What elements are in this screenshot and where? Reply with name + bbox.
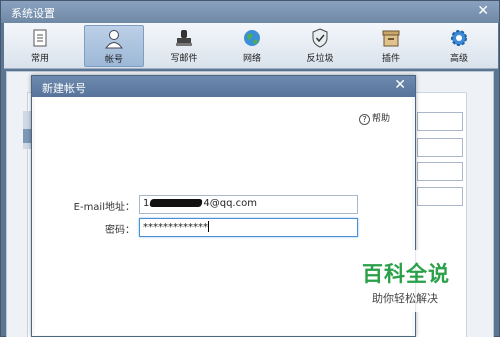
watermark-brand: 百科全说 (362, 262, 450, 286)
globe-icon (241, 28, 263, 48)
tab-network-label: 网络 (242, 54, 261, 64)
tab-accounts[interactable]: 帐号 (84, 25, 144, 67)
tab-accounts-label: 帐号 (104, 55, 123, 65)
watermark-slogan: 助你轻松解决 (372, 292, 438, 305)
tab-general[interactable]: 常用 (10, 25, 70, 67)
tab-general-label: 常用 (30, 54, 49, 64)
settings-toolbar: 常用 帐号 写邮件 网络 反垃圾 插件 高级 (4, 23, 498, 69)
email-label: E-mail地址： (73, 202, 135, 213)
document-icon (29, 28, 51, 48)
background-field (417, 187, 463, 206)
watermark: 百科全说 助你轻松解决 (350, 250, 465, 312)
tab-network[interactable]: 网络 (222, 25, 282, 67)
email-field[interactable]: 1 4@qq.com (139, 195, 358, 214)
password-field[interactable]: ************* (139, 218, 358, 237)
dialog-title: 新建帐号 (42, 82, 86, 95)
password-value: ************* (143, 222, 208, 233)
question-icon: ? (358, 114, 370, 125)
tab-compose-label: 写邮件 (170, 54, 198, 64)
tab-advanced-label: 高级 (449, 54, 468, 64)
background-field (417, 112, 463, 131)
window-title-bar[interactable]: 系统设置 ✕ (1, 1, 499, 23)
background-field (417, 138, 463, 157)
box-icon (380, 28, 402, 48)
stamp-icon (173, 28, 195, 48)
window-close-button[interactable]: ✕ (477, 3, 489, 19)
email-value-suffix: 4@qq.com (203, 198, 257, 209)
tab-advanced[interactable]: 高级 (429, 25, 489, 67)
dialog-close-button[interactable]: ✕ (394, 77, 406, 93)
tab-antispam-label: 反垃圾 (306, 54, 334, 64)
email-value-prefix: 1 (143, 198, 150, 209)
shield-icon (309, 28, 331, 48)
dialog-title-bar[interactable]: 新建帐号 ✕ (32, 76, 415, 97)
password-label: 密码： (105, 225, 135, 236)
tab-antispam[interactable]: 反垃圾 (290, 25, 350, 67)
background-field (417, 162, 463, 181)
text-caret (208, 221, 209, 232)
gear-icon (448, 28, 470, 48)
help-label: 帮助 (371, 114, 390, 124)
tab-plugins[interactable]: 插件 (361, 25, 421, 67)
help-link[interactable]: ? 帮助 (358, 111, 390, 125)
user-icon (103, 29, 125, 49)
tab-plugins-label: 插件 (381, 54, 400, 64)
email-row: E-mail地址： 1 4@qq.com (35, 195, 412, 215)
window-title: 系统设置 (11, 7, 55, 20)
password-row: 密码： ************* (35, 218, 412, 238)
tab-compose[interactable]: 写邮件 (154, 25, 214, 67)
redaction-scribble (149, 199, 204, 207)
